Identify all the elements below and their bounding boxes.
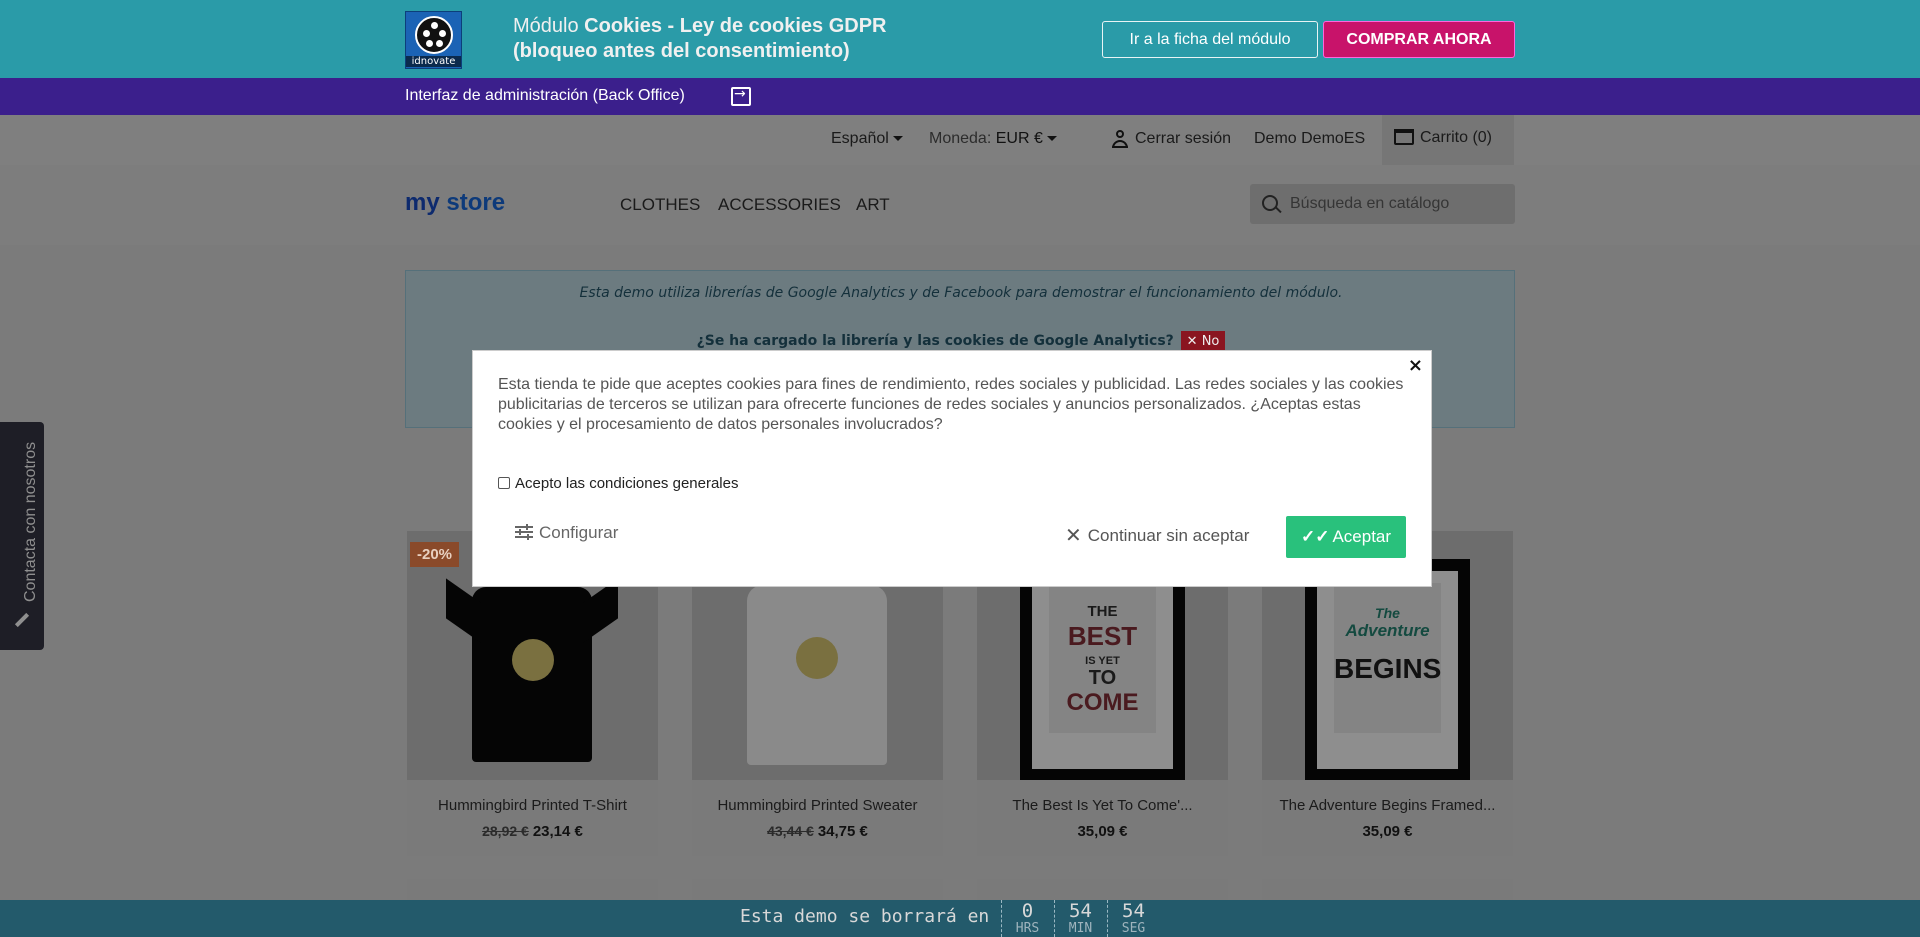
contact-tab[interactable]: Contacta con nosotros <box>0 422 44 650</box>
demo-countdown-bar: Esta demo se borrará en 0 HRS 54 MIN 54 SEG <box>0 900 1920 937</box>
framed-poster-image: THE BEST IS YET TO COME <box>1020 559 1185 780</box>
tshirt-image <box>472 587 592 762</box>
info-text: Esta demo utiliza librerías de Google An… <box>579 285 1343 301</box>
product-name[interactable]: The Best Is Yet To Come'... <box>977 797 1228 814</box>
close-icon[interactable]: × <box>1408 355 1423 376</box>
pencil-icon <box>14 612 30 628</box>
sweater-image <box>747 585 887 765</box>
seconds-value: 54 <box>1122 900 1145 922</box>
status-text: No <box>1201 334 1220 349</box>
module-page-button[interactable]: Ir a la ficha del módulo <box>1102 21 1318 58</box>
poster-text: The <box>1375 605 1400 621</box>
header-main: my store CLOTHES ACCESSORIES ART Búsqued… <box>0 165 1920 245</box>
search-input[interactable]: Búsqueda en catálogo <box>1290 195 1449 213</box>
idnovate-logo[interactable]: idnovate <box>405 11 462 69</box>
logo-part-b: store <box>446 189 506 216</box>
shopping-cart-icon <box>1394 129 1414 145</box>
nav-accessories[interactable]: ACCESSORIES <box>718 195 841 215</box>
user-icon <box>1112 130 1128 148</box>
configure-button[interactable]: Configurar <box>515 523 618 551</box>
caret-down-icon <box>892 136 903 142</box>
logo-text: idnovate <box>406 56 461 67</box>
minutes-value: 54 <box>1069 900 1092 922</box>
nav-clothes[interactable]: CLOTHES <box>620 195 700 215</box>
old-price: 28,92 € <box>482 823 529 839</box>
seconds-unit: SEG <box>1121 921 1146 936</box>
currency-label: Moneda: <box>929 130 992 147</box>
poster-text: COME <box>1066 689 1139 716</box>
double-check-icon: ✓✓ <box>1300 527 1330 546</box>
current-price: 34,75 € <box>817 823 868 840</box>
old-price: 43,44 € <box>767 823 814 839</box>
product-name[interactable]: Hummingbird Printed T-Shirt <box>407 797 658 814</box>
poster-text: IS YET <box>1085 655 1120 667</box>
logout-link[interactable]: Cerrar sesión <box>1135 130 1231 148</box>
continue-label: Continuar sin aceptar <box>1087 526 1250 545</box>
minutes-unit: MIN <box>1068 921 1093 936</box>
back-office-link[interactable]: Interfaz de administración (Back Office) <box>405 87 685 105</box>
search-icon[interactable] <box>1262 195 1278 211</box>
hours-unit: HRS <box>1015 921 1040 936</box>
promo-bar: idnovate Módulo Cookies - Ley de cookies… <box>0 0 1920 78</box>
currency-selector[interactable]: Moneda: EUR € <box>929 130 1057 148</box>
film-reel-icon <box>415 16 453 54</box>
close-icon: ✕ <box>1065 525 1082 547</box>
countdown-minutes: 54 MIN <box>1054 900 1106 937</box>
admin-bar: Interfaz de administración (Back Office) <box>0 78 1920 115</box>
product-name[interactable]: The Adventure Begins Framed... <box>1262 797 1513 814</box>
module-title: Módulo Cookies - Ley de cookies GDPR (bl… <box>513 14 933 64</box>
terms-checkbox[interactable] <box>498 477 510 489</box>
hummingbird-print <box>796 637 838 679</box>
accept-button[interactable]: ✓✓ Aceptar <box>1286 516 1406 558</box>
continue-without-accepting-button[interactable]: ✕ Continuar sin aceptar <box>1065 523 1249 551</box>
user-account-link[interactable]: Demo DemoES <box>1254 130 1365 148</box>
poster-text: BEST <box>1067 621 1138 651</box>
contact-tab-label: Contacta con nosotros <box>22 441 39 602</box>
hours-value: 0 <box>1021 900 1034 922</box>
sign-in-icon[interactable] <box>731 86 751 106</box>
cart-label: Carrito (0) <box>1420 129 1493 146</box>
header-top: Español Moneda: EUR € Cerrar sesión Demo… <box>0 115 1920 165</box>
search-box[interactable]: Búsqueda en catálogo <box>1250 184 1515 224</box>
accept-label: Aceptar <box>1332 527 1392 546</box>
poster-text: TO <box>1088 667 1117 689</box>
countdown-label: Esta demo se borrará en <box>740 906 990 927</box>
store-logo[interactable]: my store <box>405 189 505 217</box>
poster-text: Adventure <box>1345 621 1430 640</box>
product-price: 35,09 € <box>1077 823 1128 840</box>
status-badge: ✕ No <box>1180 331 1226 352</box>
product-price: 35,09 € <box>1362 823 1413 840</box>
consent-text: Esta tienda te pide que aceptes cookies … <box>498 376 1404 433</box>
product-price: 43,44 €34,75 € <box>692 823 943 840</box>
caret-down-icon <box>1046 136 1057 142</box>
analytics-question: ¿Se ha cargado la librería y las cookies… <box>406 331 1516 352</box>
cookie-consent-modal: × Esta tienda te pide que aceptes cookie… <box>472 350 1432 587</box>
countdown-seconds: 54 SEG <box>1107 900 1159 937</box>
poster-text: BEGINS <box>1334 653 1442 684</box>
countdown-hours: 0 HRS <box>1001 900 1053 937</box>
buy-now-button[interactable]: COMPRAR AHORA <box>1323 21 1515 58</box>
product-name[interactable]: Hummingbird Printed Sweater <box>692 797 943 814</box>
title-prefix: Módulo <box>513 15 585 37</box>
framed-poster-image: The Adventure BEGINS <box>1305 559 1470 780</box>
language-label: Español <box>831 130 889 147</box>
current-price: 23,14 € <box>532 823 583 840</box>
cart-link[interactable]: Carrito (0) <box>1382 115 1514 165</box>
currency-value: EUR € <box>995 130 1043 147</box>
question-text: ¿Se ha cargado la librería y las cookies… <box>696 333 1174 349</box>
sliders-icon <box>515 524 533 540</box>
hummingbird-print <box>512 639 554 681</box>
poster-text: THE <box>1087 603 1118 620</box>
language-selector[interactable]: Español <box>831 130 903 148</box>
logo-part-a: my <box>405 189 440 216</box>
terms-checkbox-label[interactable]: Acepto las condiciones generales <box>515 475 738 492</box>
configure-label: Configurar <box>539 523 619 542</box>
product-price: 28,92 €23,14 € <box>407 823 658 840</box>
discount-badge: -20% <box>410 542 460 567</box>
nav-art[interactable]: ART <box>856 195 890 215</box>
